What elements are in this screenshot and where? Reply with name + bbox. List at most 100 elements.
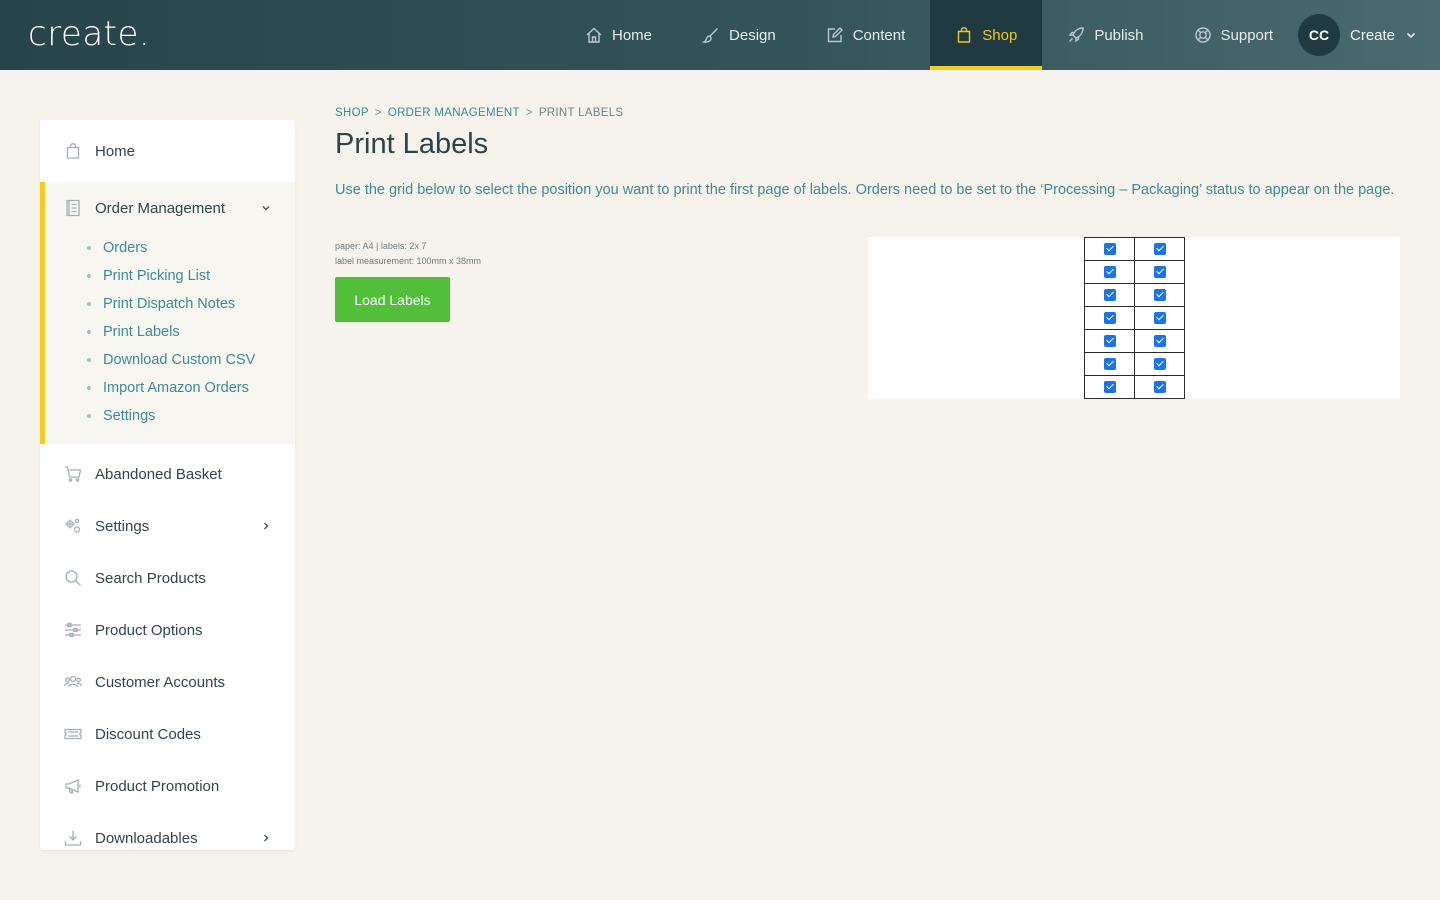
create-logo[interactable]: create.: [28, 12, 150, 56]
submenu-label: Orders: [103, 240, 148, 256]
submenu-item-download-custom-csv[interactable]: Download Custom CSV: [87, 346, 295, 374]
sidebar-item-discount-codes[interactable]: Discount Codes: [40, 708, 295, 760]
label-position-checkbox[interactable]: [1103, 242, 1116, 255]
label-position-checkbox[interactable]: [1103, 380, 1116, 393]
label-grid-cell[interactable]: [1134, 352, 1185, 376]
sidebar-item-abandoned-basket[interactable]: Abandoned Basket: [40, 448, 295, 500]
order-management-submenu: Orders Print Picking List Print Dispatch…: [45, 234, 295, 430]
submenu-label: Download Custom CSV: [103, 352, 256, 368]
bag-icon: [66, 143, 80, 159]
label-position-checkbox[interactable]: [1153, 288, 1166, 301]
main-nav: Home Design Content Shop Publish Support: [560, 0, 1298, 70]
submenu-label: Print Dispatch Notes: [103, 296, 236, 312]
label-grid-cell[interactable]: [1134, 329, 1185, 353]
submenu-item-import-amazon-orders[interactable]: Import Amazon Orders: [87, 374, 295, 402]
page-title: Print Labels: [335, 128, 489, 160]
label-grid-row: [1084, 306, 1185, 330]
bullet-dot: [87, 302, 91, 306]
label-position-checkbox[interactable]: [1103, 265, 1116, 278]
label-grid-cell[interactable]: [1084, 375, 1135, 399]
label-grid-cell[interactable]: [1134, 283, 1185, 307]
label-position-checkbox[interactable]: [1153, 265, 1166, 278]
bag-icon: [958, 27, 971, 43]
nav-support[interactable]: Support: [1169, 0, 1299, 70]
nav-design[interactable]: Design: [677, 0, 801, 70]
label-position-checkbox[interactable]: [1153, 357, 1166, 370]
sidebar-item-order-management[interactable]: Order Management: [45, 182, 295, 234]
brush-icon: [702, 28, 719, 43]
avatar[interactable]: CC: [1298, 14, 1340, 56]
label-grid-cell[interactable]: [1134, 237, 1185, 261]
label-grid-cell[interactable]: [1134, 375, 1185, 399]
user-menu[interactable]: CC Create: [1298, 14, 1417, 56]
label-position-checkbox[interactable]: [1103, 311, 1116, 324]
label-position-checkbox[interactable]: [1103, 288, 1116, 301]
nav-home[interactable]: Home: [560, 0, 677, 70]
label-position-checkbox[interactable]: [1103, 357, 1116, 370]
nav-publish[interactable]: Publish: [1042, 0, 1168, 70]
label-position-grid: [1084, 237, 1185, 399]
load-labels-button[interactable]: Load Labels: [335, 277, 450, 322]
breadcrumb-shop[interactable]: SHOP: [335, 107, 369, 119]
label-position-checkbox[interactable]: [1103, 334, 1116, 347]
sidebar-item-customer-accounts[interactable]: Customer Accounts: [40, 656, 295, 708]
submenu-item-print-labels[interactable]: Print Labels: [87, 318, 295, 346]
label-grid-cell[interactable]: [1084, 306, 1135, 330]
label-grid-row: [1084, 375, 1185, 399]
user-name[interactable]: Create: [1350, 27, 1395, 44]
nav-design-label: Design: [729, 26, 776, 44]
sidebar-item-product-promotion[interactable]: Product Promotion: [40, 760, 295, 812]
sidebar-item-settings[interactable]: Settings: [40, 500, 295, 552]
breadcrumb-separator: >: [525, 107, 533, 119]
submenu-item-print-dispatch-notes[interactable]: Print Dispatch Notes: [87, 290, 295, 318]
breadcrumb-order-management[interactable]: ORDER MANAGEMENT: [388, 107, 520, 119]
label-grid-cell[interactable]: [1084, 260, 1135, 284]
sidebar-group-order-management: Order Management Orders Print Picking Li…: [40, 182, 295, 444]
breadcrumb-separator: >: [374, 107, 382, 119]
sidebar-item-downloadables[interactable]: Downloadables: [40, 812, 295, 850]
label-grid-row: [1084, 283, 1185, 307]
nav-content[interactable]: Content: [801, 0, 931, 70]
nav-support-label: Support: [1220, 26, 1274, 44]
paper-spec: paper: A4 | labels: 2x 7: [335, 241, 427, 251]
submenu-item-settings[interactable]: Settings: [87, 402, 295, 430]
submenu-label: Import Amazon Orders: [103, 380, 249, 396]
sidebar-item-label: Customer Accounts: [95, 673, 226, 691]
submenu-label: Print Picking List: [103, 268, 211, 284]
sidebar-item-home[interactable]: Home: [40, 120, 295, 182]
label-grid-row: [1084, 237, 1185, 261]
sidebar-item-label: Home: [95, 142, 136, 160]
label-spec: paper: A4 | labels: 2x 7 label measureme…: [335, 239, 481, 269]
chevron-down-icon[interactable]: [261, 203, 271, 213]
users-icon: [64, 675, 82, 688]
shop-sidebar: Home Order Management Orders Print Picki…: [40, 120, 295, 850]
label-position-checkbox[interactable]: [1153, 380, 1166, 393]
chevron-right-icon[interactable]: [261, 521, 271, 531]
gears-icon: [65, 518, 81, 533]
home-icon: [586, 27, 602, 43]
sidebar-item-label: Search Products: [95, 569, 206, 587]
submenu-item-orders[interactable]: Orders: [87, 234, 295, 262]
megaphone-icon: [65, 778, 81, 794]
chevron-down-icon[interactable]: [1405, 29, 1417, 41]
label-position-checkbox[interactable]: [1153, 242, 1166, 255]
bullet-dot: [87, 414, 91, 418]
label-grid-row: [1084, 352, 1185, 376]
label-grid-cell[interactable]: [1134, 260, 1185, 284]
sidebar-item-product-options[interactable]: Product Options: [40, 604, 295, 656]
edit-icon: [827, 27, 843, 43]
cart-icon: [65, 466, 82, 482]
submenu-item-print-picking-list[interactable]: Print Picking List: [87, 262, 295, 290]
label-position-checkbox[interactable]: [1153, 311, 1166, 324]
lifebuoy-icon: [1194, 27, 1211, 43]
sidebar-item-search-products[interactable]: Search Products: [40, 552, 295, 604]
label-grid-cell[interactable]: [1084, 283, 1135, 307]
label-grid-cell[interactable]: [1084, 237, 1135, 261]
label-grid-cell[interactable]: [1084, 329, 1135, 353]
label-position-checkbox[interactable]: [1153, 334, 1166, 347]
chevron-right-icon[interactable]: [261, 833, 271, 843]
label-grid-cell[interactable]: [1134, 306, 1185, 330]
top-navigation-bar: create. Home Design Content Shop Publish…: [0, 0, 1440, 70]
label-grid-cell[interactable]: [1084, 352, 1135, 376]
nav-shop[interactable]: Shop: [930, 0, 1043, 70]
